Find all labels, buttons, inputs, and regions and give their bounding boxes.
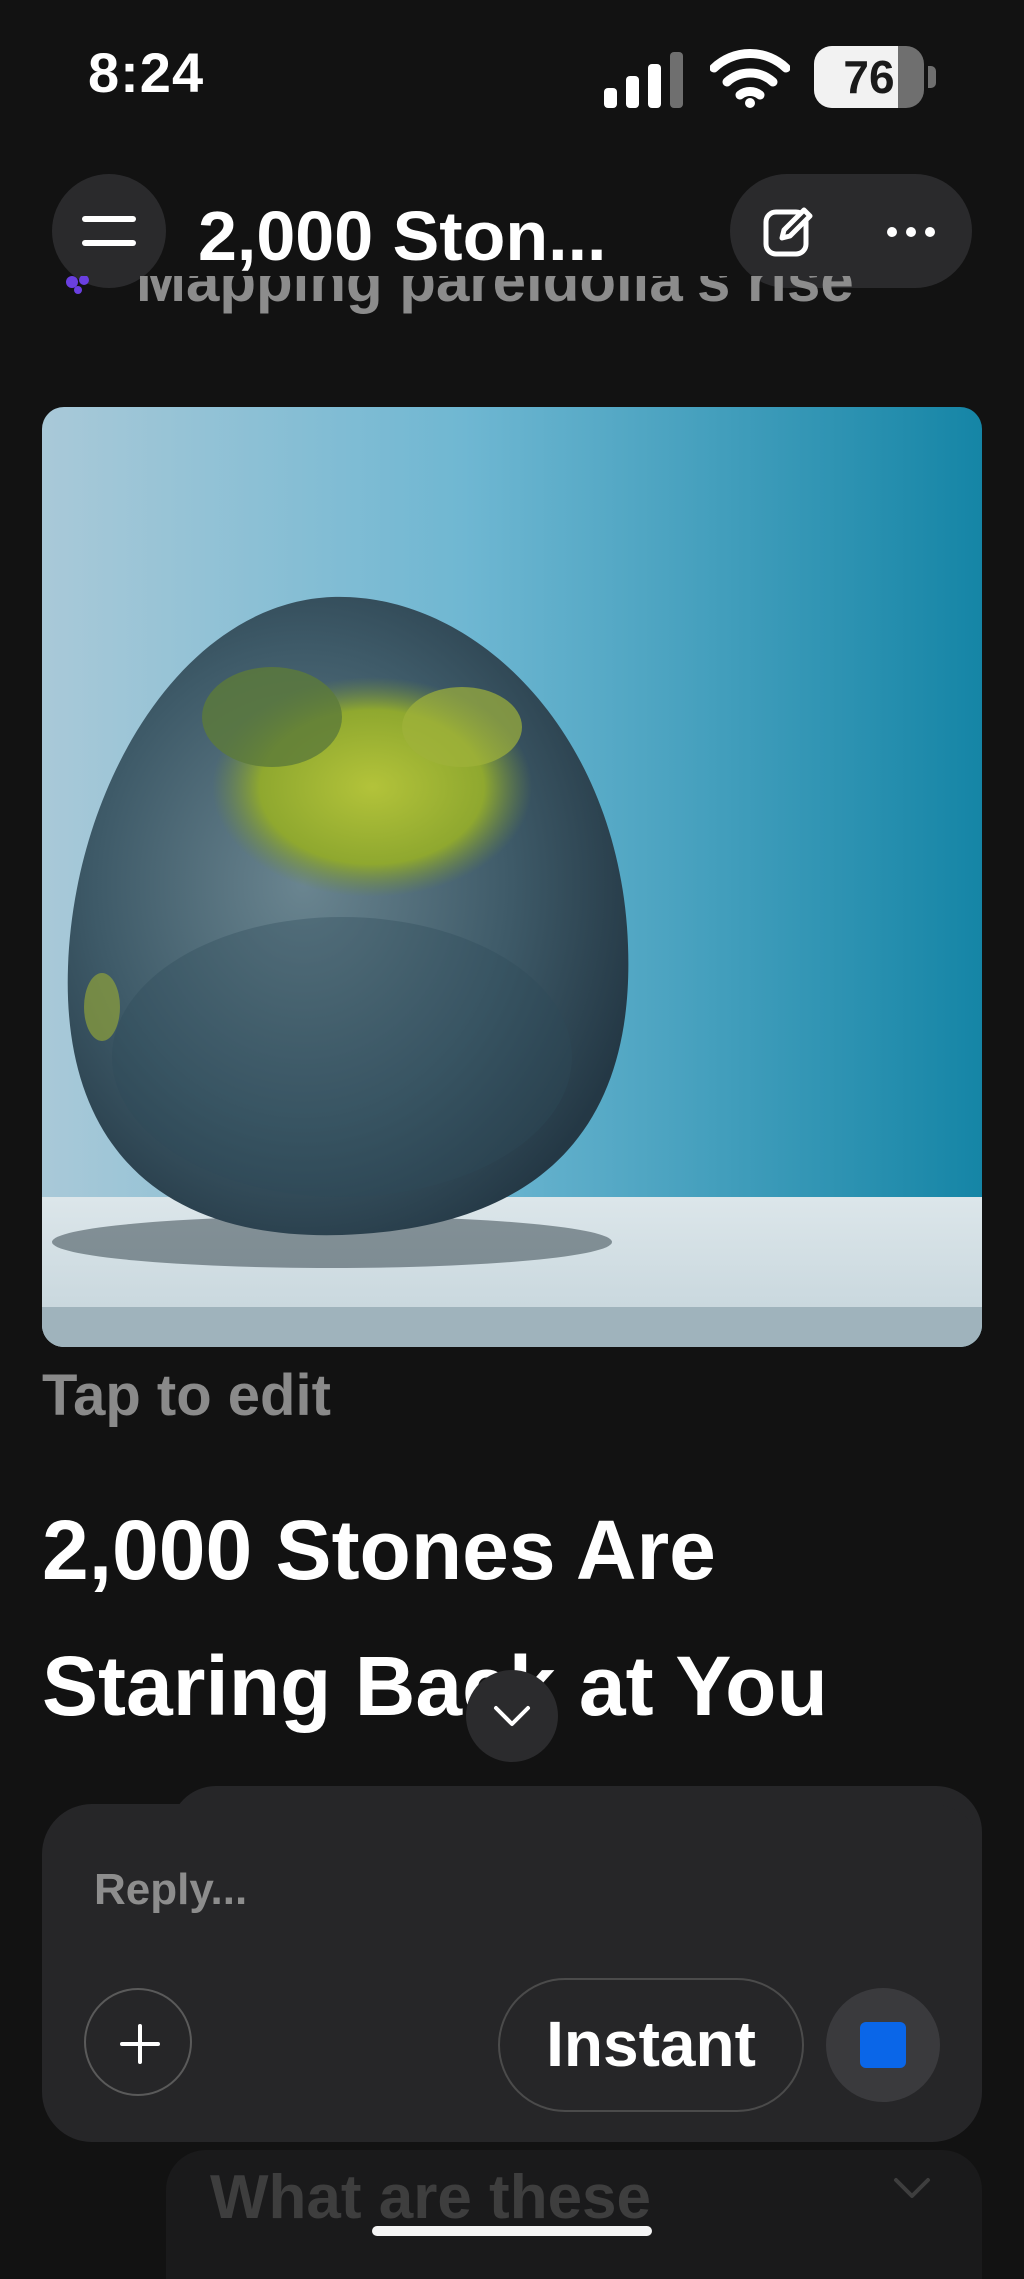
cellular-signal-icon bbox=[604, 52, 683, 108]
battery-percent: 76 bbox=[843, 51, 895, 103]
sparkle-icon bbox=[66, 276, 89, 294]
previous-step-title: Mapping pareidolia's rise bbox=[52, 276, 972, 328]
scroll-to-bottom-button[interactable] bbox=[466, 1670, 558, 1762]
reply-input[interactable] bbox=[94, 1852, 594, 1928]
more-ellipsis-icon[interactable] bbox=[886, 226, 936, 238]
add-attachment-button[interactable] bbox=[84, 1988, 192, 2096]
plus-icon bbox=[120, 2024, 160, 2064]
stop-icon bbox=[860, 2022, 906, 2068]
chat-title[interactable]: 2,000 Ston... bbox=[198, 196, 606, 276]
tap-to-edit-label[interactable]: Tap to edit bbox=[42, 1362, 331, 1429]
previous-step-text: Mapping pareidolia's rise bbox=[136, 276, 854, 314]
menu-button[interactable] bbox=[52, 174, 166, 288]
stop-button[interactable] bbox=[826, 1988, 940, 2102]
suggestion-card[interactable]: What are these bbox=[166, 2150, 982, 2279]
battery-icon: 76 bbox=[814, 46, 924, 108]
chevron-down-icon bbox=[494, 1706, 530, 1726]
battery-indicator: 76 bbox=[814, 46, 938, 108]
new-chat-edit-icon[interactable] bbox=[762, 204, 816, 258]
reply-composer: Instant bbox=[42, 1804, 982, 2142]
chevron-down-icon bbox=[894, 2178, 930, 2198]
header-actions bbox=[730, 174, 972, 288]
status-bar: 8:24 76 bbox=[0, 0, 1024, 150]
stone-image[interactable] bbox=[42, 407, 982, 1347]
status-time: 8:24 bbox=[88, 41, 205, 104]
model-mode-button[interactable]: Instant bbox=[498, 1978, 804, 2112]
battery-cap bbox=[928, 66, 936, 88]
hamburger-menu-icon bbox=[82, 216, 136, 222]
home-indicator[interactable] bbox=[372, 2226, 652, 2236]
suggestion-text: What are these bbox=[210, 2163, 652, 2232]
wifi-icon bbox=[710, 49, 790, 108]
